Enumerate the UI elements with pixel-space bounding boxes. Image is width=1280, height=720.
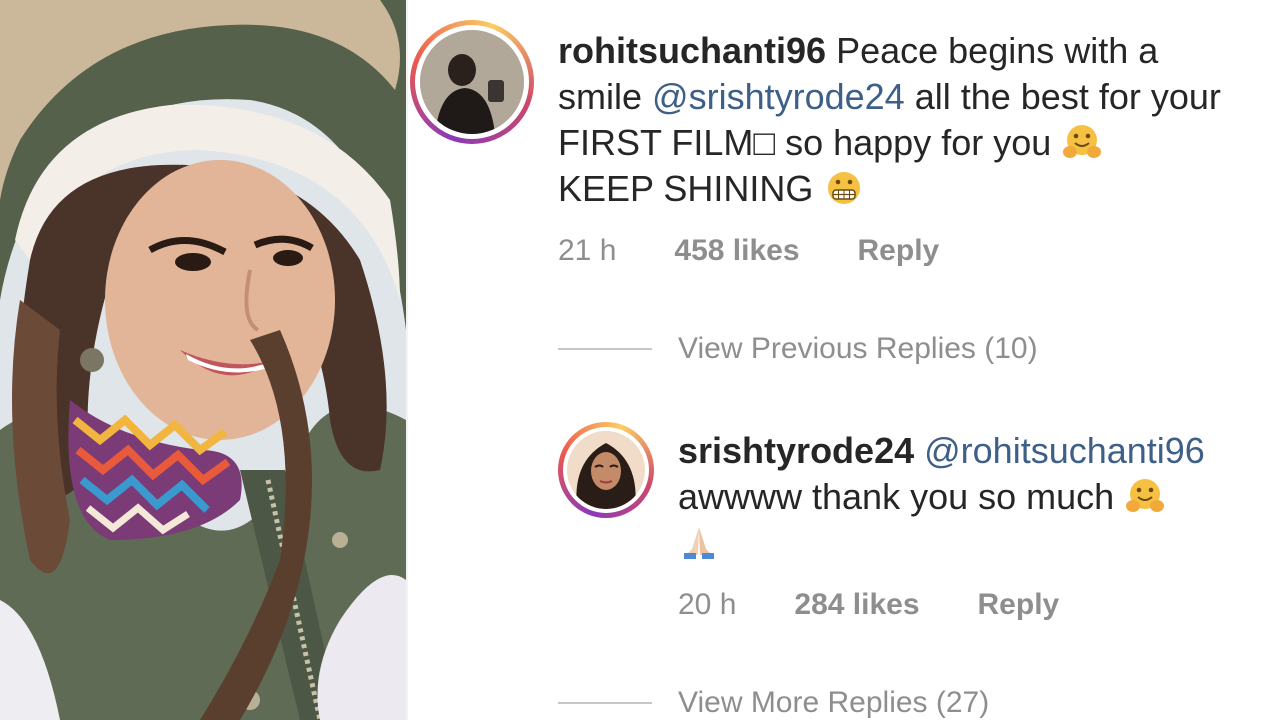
comment-text-end: KEEP SHINING — [558, 168, 814, 209]
comments-panel: rohitsuchanti96 Peace begins with a smil… — [408, 0, 1280, 720]
reply-avatar[interactable] — [558, 422, 654, 518]
folded-hands-emoji-icon — [684, 527, 714, 559]
reply-text: awwww thank you so much — [678, 476, 1115, 517]
view-previous-label: View Previous Replies (10) — [678, 332, 1038, 365]
reply-username[interactable]: srishtyrode24 — [678, 430, 914, 471]
comment-meta: 21 h 458 likes Reply — [558, 234, 939, 268]
reply-reply-button[interactable]: Reply — [978, 588, 1060, 622]
comment-body: rohitsuchanti96 Peace begins with a smil… — [558, 28, 1238, 212]
reply-likes[interactable]: 284 likes — [794, 588, 919, 622]
hugging-face-emoji-icon — [1063, 125, 1102, 158]
comment-username[interactable]: rohitsuchanti96 — [558, 30, 826, 71]
comment-mention[interactable]: @srishtyrode24 — [652, 76, 905, 117]
photo-illustration — [0, 0, 406, 720]
grimacing-face-emoji-icon — [828, 172, 861, 204]
comment-likes[interactable]: 458 likes — [674, 234, 799, 268]
reply-time: 20 h — [678, 588, 737, 621]
avatar-photo — [420, 30, 524, 134]
view-more-label: View More Replies (27) — [678, 686, 990, 719]
view-previous-replies[interactable]: View Previous Replies (10) — [558, 332, 1038, 366]
avatar-image — [420, 30, 524, 134]
reply-meta: 20 h 284 likes Reply — [678, 588, 1059, 622]
hugging-face-emoji-icon — [1126, 479, 1165, 512]
comment-time: 21 h — [558, 234, 617, 267]
profile-photo — [0, 0, 406, 720]
view-more-replies[interactable]: View More Replies (27) — [558, 686, 989, 720]
reply-mention[interactable]: @rohitsuchanti96 — [924, 430, 1205, 471]
reply-body: srishtyrode24 @rohitsuchanti96 awwww tha… — [678, 428, 1268, 566]
reply-avatar-image — [567, 431, 645, 509]
commenter-avatar[interactable] — [410, 20, 534, 144]
reply-avatar-photo — [567, 431, 645, 509]
replies-line — [558, 702, 652, 704]
replies-line — [558, 348, 652, 350]
comment-reply-button[interactable]: Reply — [858, 234, 940, 268]
